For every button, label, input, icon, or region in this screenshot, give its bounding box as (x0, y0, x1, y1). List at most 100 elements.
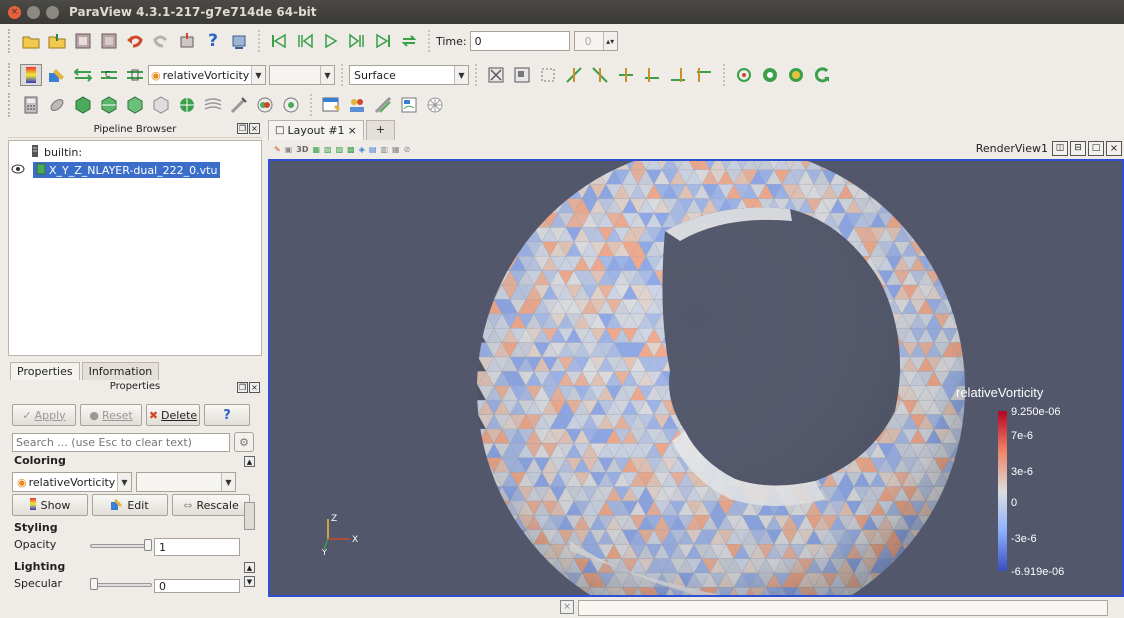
toolbar-grip[interactable] (8, 93, 12, 117)
representation-select[interactable]: Surface ▼ (349, 65, 469, 85)
select-polygon-icon[interactable]: ◈ (359, 145, 365, 154)
tab-properties[interactable]: Properties (10, 362, 80, 380)
split-horizontal-icon[interactable]: ◫ (1052, 141, 1068, 156)
contour-icon[interactable] (46, 94, 68, 116)
camera-plus-x-icon[interactable] (563, 64, 585, 86)
pipeline-item-selected[interactable]: X_Y_Z_NLAYER-dual_222_0.vtu (33, 162, 221, 178)
render-view[interactable]: Z X Y relativeVorticity 9.250e-06 7e-6 3… (268, 159, 1124, 597)
clear-selection-icon[interactable]: ⊘ (404, 145, 411, 154)
warp-by-vector-icon[interactable] (228, 94, 250, 116)
clip-icon[interactable] (72, 94, 94, 116)
color-array-select[interactable]: ◉ relativeVorticity ▼ (148, 65, 266, 85)
minimize-window-button[interactable] (27, 5, 40, 19)
toolbar-grip[interactable] (8, 29, 12, 53)
split-vertical-icon[interactable]: ⊟ (1070, 141, 1086, 156)
reset-camera-icon[interactable] (485, 64, 507, 86)
rotation-center-icon[interactable] (811, 64, 833, 86)
camera-minus-y-icon[interactable] (641, 64, 663, 86)
reset-center-icon[interactable] (759, 64, 781, 86)
help-icon[interactable]: ? (202, 30, 224, 52)
last-frame-icon[interactable] (372, 30, 394, 52)
rescale-custom-range-icon[interactable]: C (98, 64, 120, 86)
maximize-view-icon[interactable]: □ (1088, 141, 1104, 156)
scroll-down-icon[interactable]: ▼ (244, 576, 255, 587)
next-frame-icon[interactable] (346, 30, 368, 52)
glyph-icon[interactable] (176, 94, 198, 116)
delete-button[interactable]: ✖ Delete (146, 404, 200, 426)
close-panel-icon[interactable]: × (249, 382, 260, 393)
hover-points-icon[interactable]: ▦ (392, 145, 400, 154)
edit-colormap-icon[interactable] (46, 64, 68, 86)
camera-plus-y-icon[interactable] (615, 64, 637, 86)
plot-over-line-icon[interactable] (398, 94, 420, 116)
undo-icon[interactable] (124, 30, 146, 52)
reset-button[interactable]: ● Reset (80, 404, 142, 426)
camera-plus-z-icon[interactable] (667, 64, 689, 86)
capture-image-icon[interactable]: ✎ (274, 145, 281, 154)
spin-arrows-icon[interactable]: ▴▾ (602, 32, 617, 50)
load-state-icon[interactable] (72, 30, 94, 52)
close-window-button[interactable]: × (8, 5, 21, 19)
rescale-visible-range-icon[interactable] (124, 64, 146, 86)
play-icon[interactable] (320, 30, 342, 52)
select-cells-on-icon[interactable]: ▦ (312, 145, 320, 154)
camera-undo-icon[interactable]: ▣ (285, 145, 293, 154)
tab-layout-1[interactable]: □ Layout #1 × (268, 120, 364, 140)
show-center-icon[interactable] (733, 64, 755, 86)
close-tab-icon[interactable]: × (348, 124, 357, 137)
histogram-icon[interactable] (372, 94, 394, 116)
pick-center-icon[interactable] (785, 64, 807, 86)
open-file-icon[interactable] (20, 30, 42, 52)
previous-frame-icon[interactable] (294, 30, 316, 52)
plot-selection-icon[interactable] (346, 94, 368, 116)
specular-slider-track[interactable] (90, 583, 152, 587)
color-legend-icon[interactable] (20, 64, 42, 86)
save-data-icon[interactable] (46, 30, 68, 52)
toolbar-grip[interactable] (8, 63, 12, 87)
tab-add-layout[interactable]: + (365, 120, 395, 140)
close-view-icon[interactable]: × (1106, 141, 1122, 156)
float-panel-icon[interactable]: ❐ (237, 123, 248, 134)
interaction-mode-icon[interactable] (537, 64, 559, 86)
rescale-button[interactable]: ⇔ Rescale (172, 494, 250, 516)
chevron-down-icon[interactable]: ▼ (454, 66, 468, 84)
extract-subset-icon[interactable] (150, 94, 172, 116)
specular-slider-handle[interactable] (90, 578, 98, 590)
scroll-up-icon[interactable]: ▲ (244, 562, 255, 573)
chevron-down-icon[interactable]: ▼ (221, 473, 235, 491)
stream-tracer-icon[interactable] (202, 94, 224, 116)
component-select[interactable]: ▼ (269, 65, 335, 85)
edit-colormap-button[interactable]: Edit (92, 494, 168, 516)
timestep-spinbox[interactable]: 0 ▴▾ (573, 31, 618, 51)
help-button[interactable]: ? (204, 404, 250, 426)
coloring-component-select[interactable]: ▼ (136, 472, 236, 492)
connect-icon[interactable] (176, 30, 198, 52)
close-panel-icon[interactable]: × (249, 123, 260, 134)
camera-minus-z-icon[interactable] (693, 64, 715, 86)
advanced-properties-gear-icon[interactable]: ⚙ (234, 432, 254, 452)
chevron-down-icon[interactable]: ▼ (320, 66, 334, 84)
tab-information[interactable]: Information (81, 362, 160, 380)
cancel-progress-icon[interactable]: × (560, 600, 574, 614)
extract-level-icon[interactable] (280, 94, 302, 116)
eye-icon[interactable] (11, 164, 25, 177)
pipeline-item-builtin[interactable]: builtin: (9, 143, 261, 161)
scroll-up-icon[interactable]: ▲ (244, 456, 255, 467)
interactive-select-icon[interactable]: ▥ (380, 145, 388, 154)
redo-icon[interactable] (150, 30, 172, 52)
loop-icon[interactable] (398, 30, 420, 52)
spreadsheet-icon[interactable] (320, 94, 342, 116)
zoom-to-data-icon[interactable] (511, 64, 533, 86)
float-panel-icon[interactable]: ❐ (237, 382, 248, 393)
select-cells-through-icon[interactable]: ▨ (336, 145, 344, 154)
select-points-through-icon[interactable]: ▩ (347, 145, 355, 154)
time-input[interactable]: 0 (469, 31, 570, 51)
apply-button[interactable]: ✓ Apply (12, 404, 76, 426)
coloring-array-select[interactable]: ◉ relativeVorticity ▼ (12, 472, 132, 492)
threshold-icon[interactable] (124, 94, 146, 116)
rescale-data-range-icon[interactable] (72, 64, 94, 86)
show-colorbar-button[interactable]: Show (12, 494, 88, 516)
specular-input[interactable]: 0 (154, 579, 240, 593)
search-input[interactable] (12, 433, 230, 452)
opacity-slider-handle[interactable] (144, 539, 152, 551)
